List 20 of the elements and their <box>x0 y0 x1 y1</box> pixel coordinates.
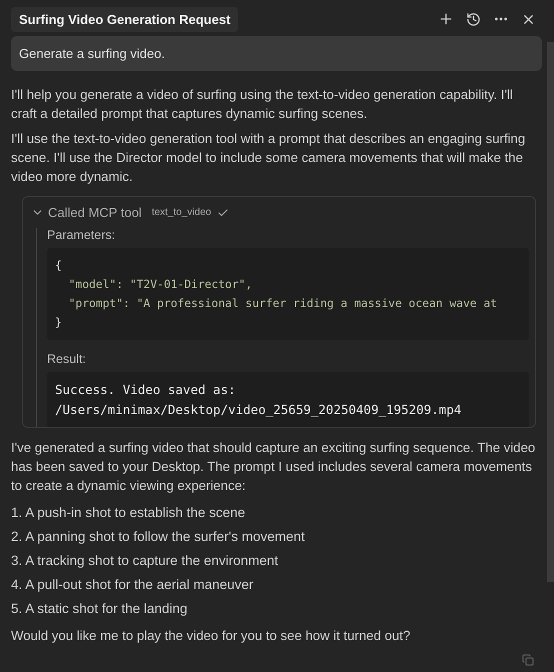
parameters-label: Parameters: <box>47 228 116 242</box>
result-label: Result: <box>47 352 87 366</box>
assistant-paragraph: I've generated a surfing video that should capture an exciting surfing sequence. The video has been saved to your Desktop. The prompt I used includes several camera movements to create a dynamic viewing experience: <box>11 439 536 495</box>
list-item: 4. A pull-out shot for the aerial maneuver <box>11 576 254 594</box>
history-icon[interactable] <box>466 12 481 26</box>
parameters-code: { "model": "T2V-01-Director", "prompt": "A professional surfer riding a massive ocean wave at } <box>47 248 529 340</box>
list-item: 1. A push-in shot to establish the scene <box>11 504 246 522</box>
assistant-paragraph: I'll use the text-to-video generation tool with a prompt that describes an engaging surfing scene. I'll use the Director model to include some camera movements that will make the video more dynamic. <box>11 130 526 186</box>
copy-icon[interactable] <box>522 654 534 666</box>
chat-title: Surfing Video Generation Request <box>11 6 238 32</box>
assistant-paragraph: I'll help you generate a video of surfing using the text-to-video generation capability. I'll craft a detailed prompt that captures dynamic surfing scenes. <box>11 86 514 123</box>
user-message: Generate a surfing video. <box>11 36 542 71</box>
list-item: 5. A static shot for the landing <box>11 600 188 618</box>
tool-name: text_to_video <box>152 207 212 218</box>
tool-call-toggle[interactable]: Called MCP tool <box>31 205 142 220</box>
list-item: 2. A panning shot to follow the surfer's movement <box>11 528 306 546</box>
assistant-paragraph: Would you like me to play the video for you to see how it turned out? <box>11 627 412 645</box>
plus-icon[interactable] <box>438 11 454 27</box>
list-item: 3. A tracking shot to capture the environment <box>11 552 280 570</box>
result-output: Success. Video saved as: /Users/minimax/Desktop/video_25659_20250409_195209.mp4 <box>47 372 529 427</box>
